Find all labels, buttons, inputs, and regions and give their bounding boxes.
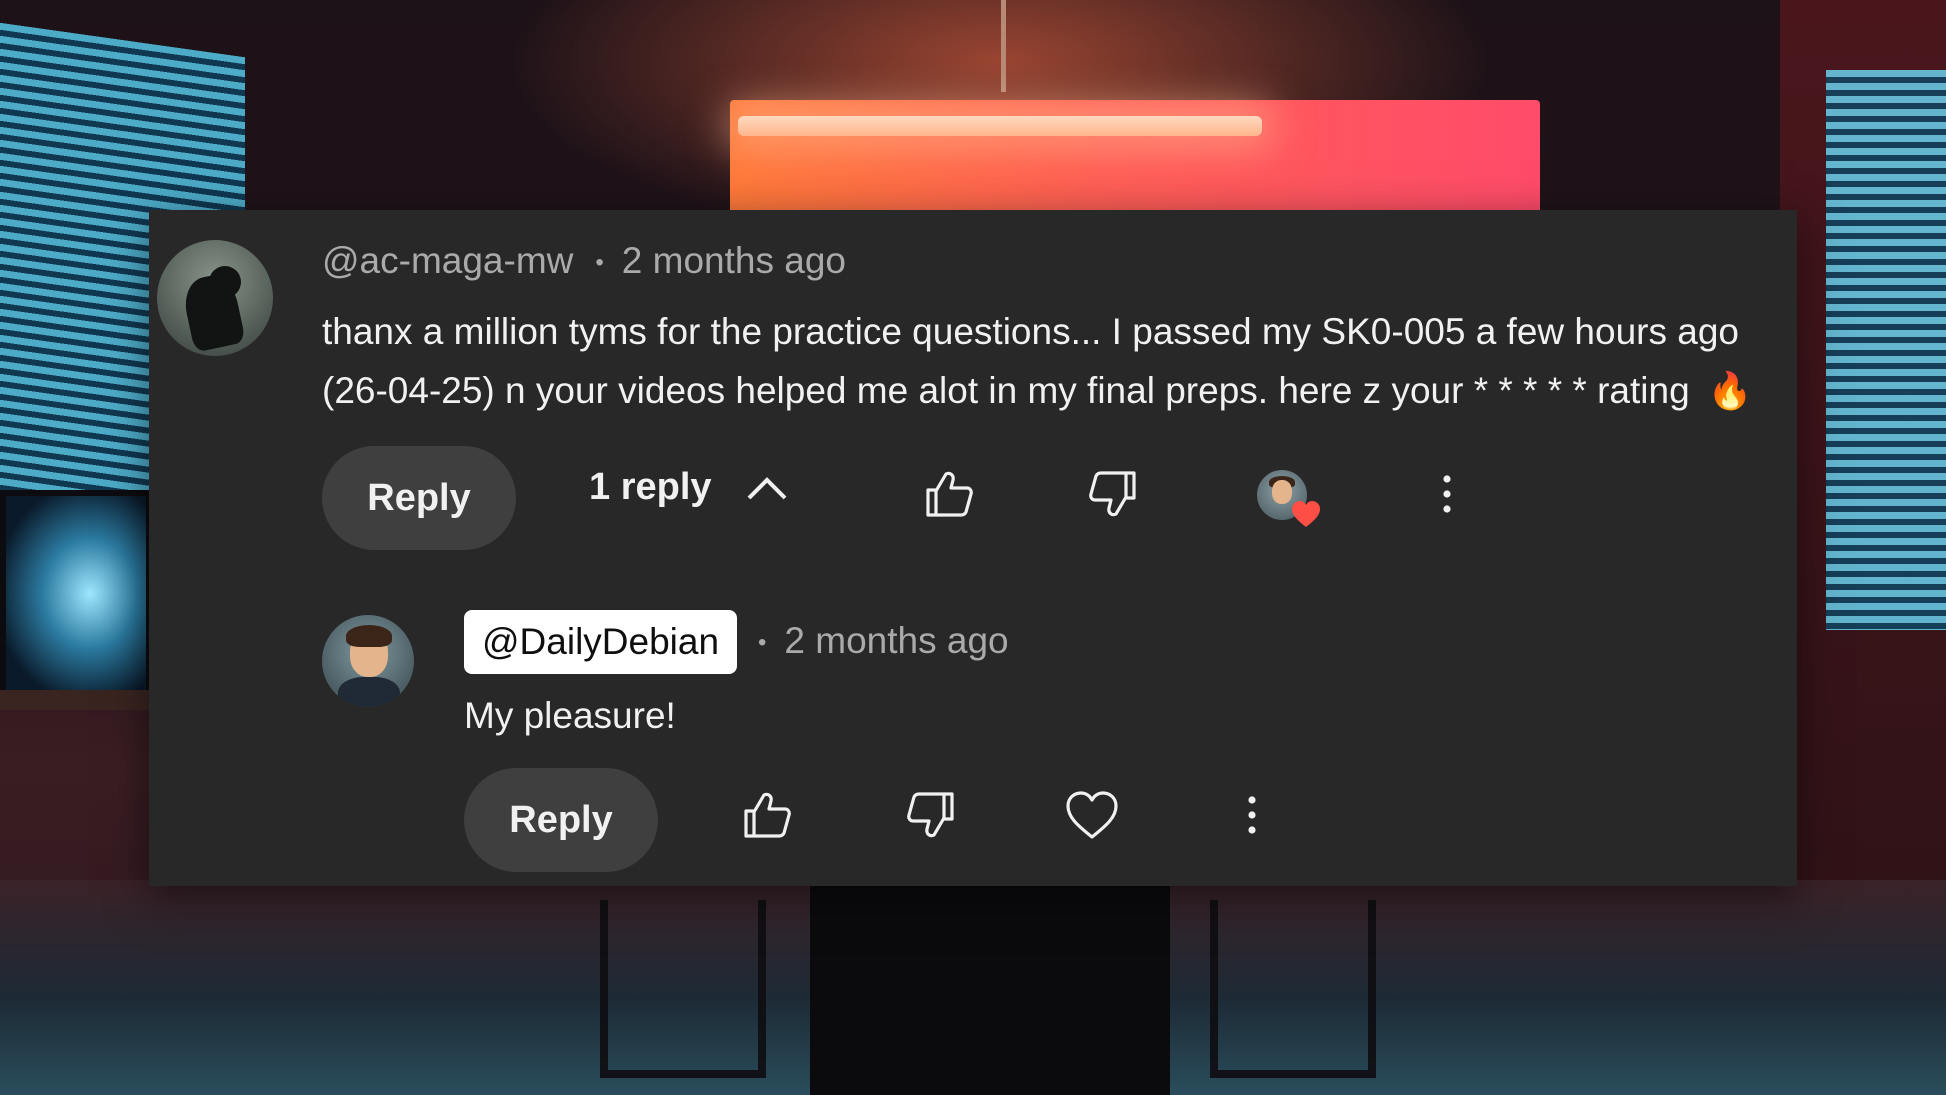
channel-owner-badge[interactable]: @DailyDebian [464, 610, 738, 674]
ceiling-lamp [738, 116, 1262, 136]
heart-icon [1066, 791, 1118, 839]
chair [600, 900, 766, 1078]
lamp-rod [1001, 0, 1006, 92]
replies-count-label: 1 reply [589, 466, 712, 508]
comment-thread: @ac-maga-mw • 2 months ago thanx a million… [149, 210, 1797, 886]
dislike-button[interactable] [1083, 464, 1143, 524]
chevron-up-icon [747, 476, 786, 499]
heart-button[interactable] [1059, 782, 1125, 848]
reply-text: My pleasure! [464, 695, 676, 736]
reply-author-avatar[interactable] [322, 615, 414, 707]
comment-text-line: (26-04-25) n your videos helped me alot … [322, 370, 1690, 411]
separator-dot: • [758, 629, 767, 657]
comment-timestamp[interactable]: 2 months ago [622, 240, 846, 281]
comment-header: @ac-maga-mw • 2 months ago [322, 240, 846, 282]
more-options-button[interactable] [1432, 464, 1462, 524]
window-blind-right [1826, 70, 1946, 630]
commenter-avatar[interactable] [157, 240, 273, 356]
reply-header: • 2 months ago [758, 620, 1009, 662]
thumbs-down-icon [907, 792, 954, 838]
more-options-button[interactable] [1237, 785, 1267, 845]
thumbs-up-icon [744, 792, 791, 838]
reply-button[interactable]: Reply [322, 446, 516, 550]
reply-timestamp[interactable]: 2 months ago [784, 620, 1008, 661]
reply-author: @DailyDebian [482, 621, 720, 662]
thumbs-up-icon [926, 471, 973, 517]
like-button[interactable] [919, 464, 979, 524]
comment-text: thanx a million tyms for the practice qu… [322, 302, 1792, 420]
comment-author[interactable]: @ac-maga-mw [322, 240, 573, 281]
separator-dot: • [595, 249, 604, 277]
more-vertical-icon [1443, 475, 1451, 513]
chair [1210, 900, 1376, 1078]
thumbs-down-icon [1089, 471, 1136, 517]
replies-toggle[interactable]: 1 reply [589, 466, 788, 509]
like-button[interactable] [737, 785, 797, 845]
fire-emoji: 🔥 [1707, 370, 1753, 411]
more-vertical-icon [1248, 796, 1256, 834]
creator-heart-badge [1257, 470, 1320, 527]
background-monitor [0, 490, 152, 697]
reply-button[interactable]: Reply [464, 768, 658, 872]
background-desk [0, 690, 160, 710]
conference-table [810, 880, 1170, 1095]
dislike-button[interactable] [901, 785, 961, 845]
heart-icon [1292, 501, 1320, 527]
comment-text-line: thanx a million tyms for the practice qu… [322, 311, 1739, 352]
